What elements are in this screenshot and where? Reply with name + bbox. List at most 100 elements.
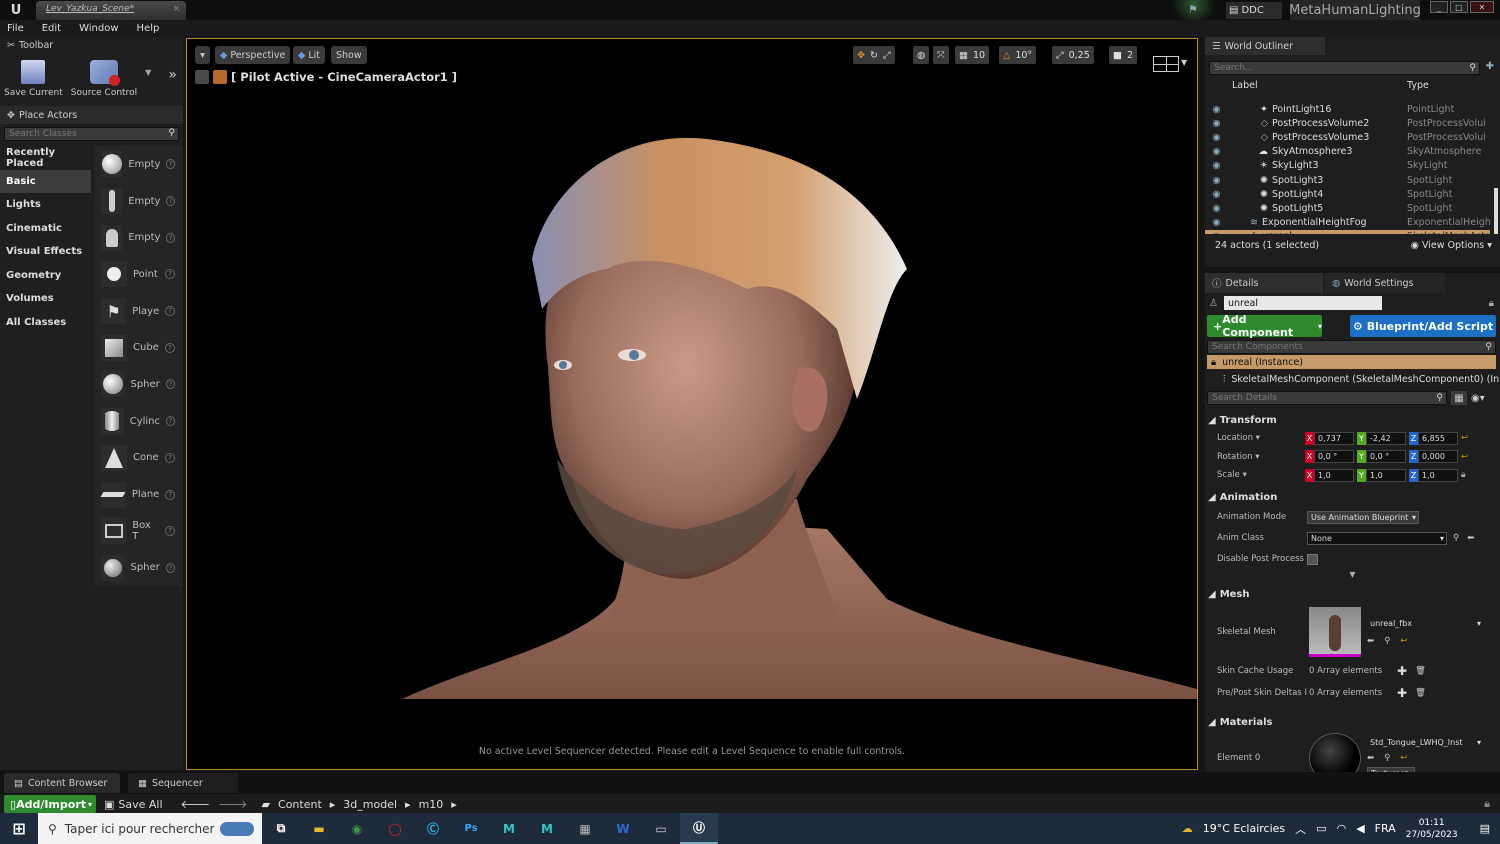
show-button[interactable]: Show <box>331 46 367 64</box>
taskbar-search-input[interactable]: ⚲ Taper ici pour rechercher <box>38 813 262 844</box>
section-animation[interactable]: ◢ Animation <box>1205 489 1500 507</box>
maya-2-icon[interactable]: M <box>528 813 566 844</box>
eject-icon[interactable] <box>195 70 209 84</box>
skeletal-mesh-thumbnail[interactable] <box>1309 606 1361 657</box>
outliner-row[interactable]: ◉ ✺ SpotLight4 SpotLight <box>1205 187 1500 201</box>
clock[interactable]: 01:11 27/05/2023 <box>1406 817 1458 841</box>
help-icon[interactable]: ? <box>165 452 175 463</box>
lock-icon[interactable]: 🔒︎ <box>1489 298 1494 309</box>
section-mesh[interactable]: ◢ Mesh <box>1205 586 1500 604</box>
scale-x[interactable]: X 1,0 <box>1305 468 1354 482</box>
ddc-button[interactable]: ▤ DDC <box>1226 2 1282 19</box>
outliner-row[interactable]: ◉ ✦ PointLight16 PointLight <box>1205 102 1500 116</box>
outliner-row[interactable]: ◉ ◇ PostProcessVolume3 PostProcessVolui <box>1205 130 1500 144</box>
add-element-icon[interactable]: ✚ <box>1397 664 1407 678</box>
add-element-icon[interactable]: ✚ <box>1397 686 1407 700</box>
eye-icon[interactable]: ◉ <box>1205 189 1228 200</box>
back-arrow-icon[interactable]: 🡐 <box>181 797 211 811</box>
language-indicator[interactable]: FRA <box>1375 822 1396 835</box>
category-lights[interactable]: Lights <box>0 193 91 217</box>
rotate-icon[interactable]: ↻ <box>870 50 878 61</box>
anim-class-select[interactable]: None ▾ <box>1307 531 1447 545</box>
volume-icon[interactable]: ◀ <box>1356 822 1364 835</box>
actor-item[interactable]: Empty? <box>95 183 183 220</box>
viewport-options-button[interactable]: ▾ <box>195 46 210 64</box>
task-view-icon[interactable]: ⧉ <box>262 813 300 844</box>
calculator-icon[interactable]: ▦ <box>566 813 604 844</box>
scale-y-value[interactable]: 1,0 <box>1366 468 1406 482</box>
actor-item[interactable]: Box T? <box>95 513 183 550</box>
eye-icon[interactable]: ◉ <box>1205 132 1228 143</box>
reset-icon[interactable]: ↩ <box>1400 636 1407 646</box>
close-icon[interactable]: × <box>172 4 180 14</box>
outliner-row[interactable]: ◉ ◇ PostProcessVolume2 PostProcessVolui <box>1205 116 1500 130</box>
unreal-engine-icon[interactable]: Ⓤ <box>680 813 718 844</box>
world-outliner-tab[interactable]: ☰ World Outliner <box>1205 37 1325 55</box>
help-icon[interactable]: ? <box>165 489 175 500</box>
browse-icon[interactable]: ⚲ <box>1384 636 1390 646</box>
browse-icon[interactable]: ⚲ <box>1384 753 1390 763</box>
help-icon[interactable]: ? <box>165 342 175 353</box>
rotation-x[interactable]: X 0,0 ° <box>1305 450 1354 464</box>
trash-icon[interactable]: 🗑︎ <box>1415 666 1426 676</box>
wifi-icon[interactable]: ◠ <box>1337 822 1347 835</box>
forward-arrow-icon[interactable]: 🡒 <box>218 797 248 811</box>
component-row[interactable]: ⫶ SkeletalMeshComponent (SkeletalMeshComp… <box>1205 369 1500 389</box>
scale-y[interactable]: Y 1,0 <box>1357 468 1406 482</box>
actor-item[interactable]: Empty? <box>95 146 183 183</box>
photoshop-icon[interactable]: Ps <box>452 813 490 844</box>
category-geometry[interactable]: Geometry <box>0 264 91 288</box>
disable-pp-checkbox[interactable] <box>1307 553 1318 565</box>
tab-content-browser[interactable]: ▤ Content Browser <box>4 773 120 793</box>
scale-snap-button[interactable]: ⤢ 0,25 <box>1052 46 1094 64</box>
rotation-snap-button[interactable]: △ 10° <box>999 46 1037 64</box>
menu-file[interactable]: File <box>7 23 24 34</box>
tab-details[interactable]: ⓘ Details <box>1205 273 1323 293</box>
advanced-expander[interactable]: ▼ <box>1205 570 1500 580</box>
level-viewport[interactable]: ▾ ◆ Perspective ◆ Lit Show ✥ ↻ ⤢ ◍ ⤧ ▦ 10 △… <box>186 38 1198 770</box>
use-selected-icon[interactable]: ⬅ <box>1467 533 1474 543</box>
blueprint-add-script-button[interactable]: ⚙ Blueprint/Add Script <box>1350 315 1496 337</box>
photos-icon[interactable]: ▭ <box>642 813 680 844</box>
save-current-button[interactable]: Save Current <box>4 60 63 98</box>
browse-icon[interactable]: ⚲ <box>1453 533 1459 543</box>
notifications-icon[interactable]: ▤ <box>1480 822 1490 835</box>
help-icon[interactable]: ? <box>166 416 175 427</box>
opera-icon[interactable]: ◯ <box>376 813 414 844</box>
use-selected-icon[interactable]: ⬅ <box>1367 753 1374 763</box>
scale-x-value[interactable]: 1,0 <box>1314 468 1354 482</box>
location-x-value[interactable]: 0,737 <box>1314 431 1354 445</box>
menu-help[interactable]: Help <box>137 23 160 34</box>
window-close-button[interactable]: ✕ <box>1470 1 1494 13</box>
actor-item[interactable]: Spher? <box>95 550 183 587</box>
outliner-row[interactable]: ◉ ☀ SkyLight3 SkyLight <box>1205 159 1500 173</box>
eye-icon[interactable]: ◉▾ <box>1471 393 1485 404</box>
rotation-y-value[interactable]: 0,0 ° <box>1366 450 1406 464</box>
location-x[interactable]: X 0,737 <box>1305 431 1354 445</box>
source-control-button[interactable]: Source Control <box>71 60 137 98</box>
category-visual-effects[interactable]: Visual Effects <box>0 240 91 264</box>
maya-icon[interactable]: M <box>490 813 528 844</box>
menu-window[interactable]: Window <box>79 23 118 34</box>
rotation-x-value[interactable]: 0,0 ° <box>1314 450 1354 464</box>
lit-button[interactable]: ◆ Lit <box>293 46 325 64</box>
scale-z[interactable]: Z 1,0 <box>1409 468 1458 482</box>
eye-icon[interactable]: ◉ <box>1205 160 1228 171</box>
outliner-search-input[interactable]: Search... ⚲ <box>1209 61 1480 75</box>
weather-label[interactable]: 19°C Eclaircies <box>1203 822 1285 835</box>
actor-item[interactable]: Point? <box>95 256 183 293</box>
grid-view-icon[interactable]: ▦ <box>1451 391 1467 405</box>
level-tab[interactable]: Lev_Yazkua_Scene* × <box>36 1 186 20</box>
search-classes-input[interactable]: Search Classes ⚲ <box>4 127 179 141</box>
outliner-row[interactable]: ◉ ☁ SkyAtmosphere3 SkyAtmosphere <box>1205 145 1500 159</box>
grid-snap-button[interactable]: ▦ 10 <box>955 46 990 64</box>
use-selected-icon[interactable]: ⬅ <box>1367 636 1374 646</box>
help-icon[interactable]: ? <box>166 159 175 170</box>
eye-icon[interactable]: ◉ <box>1205 203 1228 214</box>
breadcrumb-3d-model[interactable]: 3d_model <box>343 798 397 811</box>
location-label[interactable]: Location ▾ <box>1217 433 1305 443</box>
windows-start-icon[interactable]: ⊞ <box>0 813 38 844</box>
word-icon[interactable]: W <box>604 813 642 844</box>
eye-icon[interactable]: ◉ <box>1205 118 1228 129</box>
eye-icon[interactable]: ◉ <box>1205 104 1228 115</box>
